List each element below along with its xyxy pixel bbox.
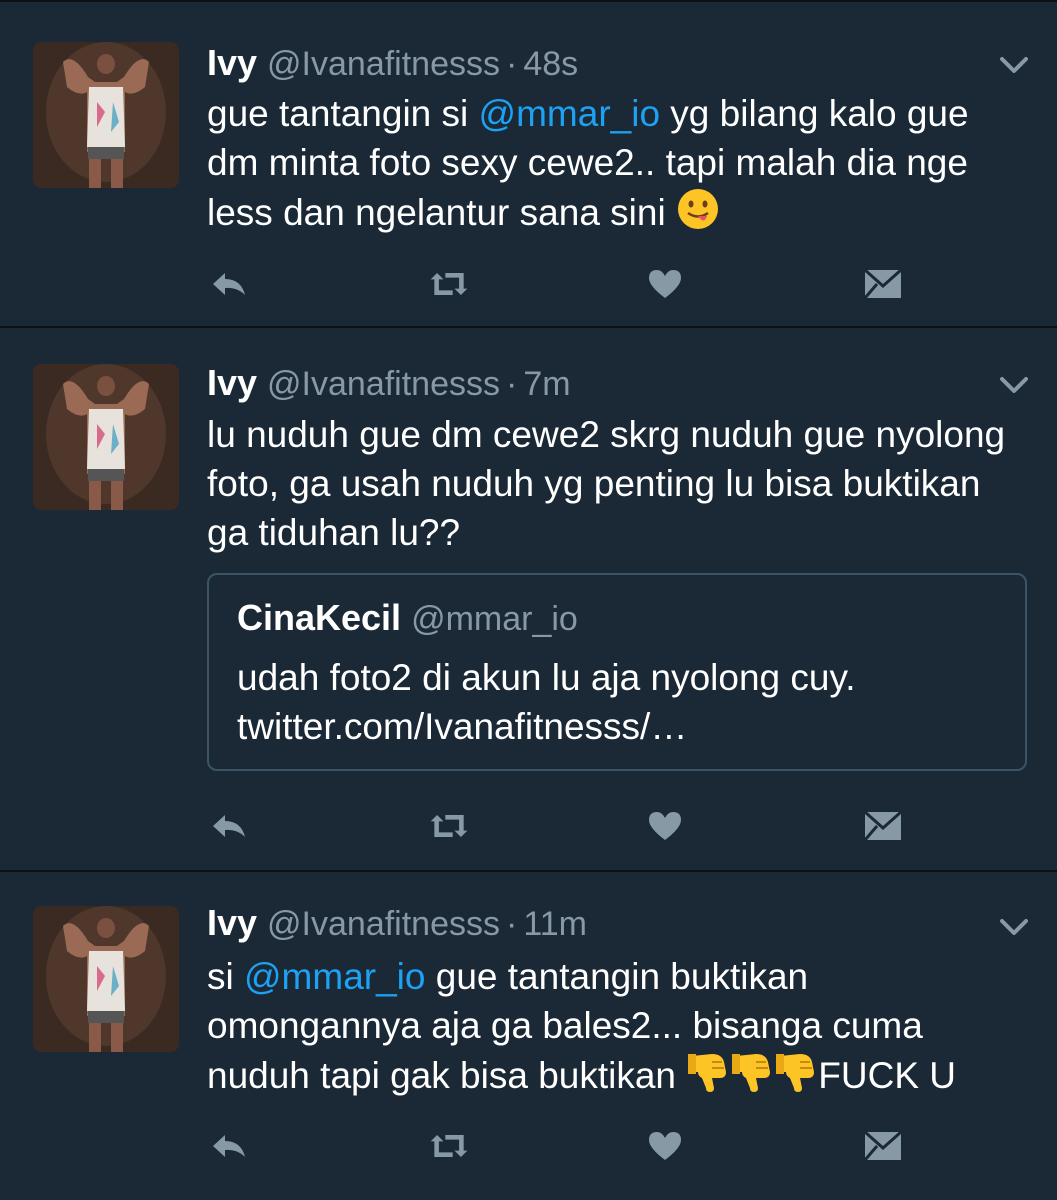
tweet-text: lu nuduh gue dm cewe2 skrg nuduh gue nyo…	[207, 414, 1006, 553]
quoted-text-line: udah foto2 di akun lu aja nyolong cuy.	[237, 657, 856, 698]
chevron-down-icon[interactable]	[999, 54, 1029, 76]
tweet-actions	[207, 806, 927, 846]
tweet-header: Ivy @Ivanafitnesss · 7m	[207, 362, 571, 410]
thumbs-down-emoji	[686, 1050, 730, 1106]
quoted-user-handle: @mmar_io	[411, 600, 578, 638]
display-name[interactable]: Ivy	[207, 902, 257, 943]
quoted-link[interactable]: twitter.com/Ivanafitnesss/…	[237, 702, 1007, 751]
user-handle[interactable]: @Ivanafitnesss	[267, 45, 500, 83]
tweet[interactable]: Ivy @Ivanafitnesss · 11m si @mmar_io gue ta…	[0, 872, 1057, 1200]
display-name[interactable]: Ivy	[207, 362, 257, 403]
tweet-header: Ivy @Ivanafitnesss · 48s	[207, 42, 578, 90]
quoted-display-name: CinaKecil	[237, 597, 402, 638]
avatar[interactable]	[33, 906, 179, 1052]
heart-icon[interactable]	[643, 806, 687, 846]
retweet-icon[interactable]	[427, 1126, 471, 1166]
reply-icon[interactable]	[207, 264, 251, 304]
heart-icon[interactable]	[643, 1126, 687, 1166]
tweet-header: Ivy @Ivanafitnesss · 11m	[207, 902, 587, 950]
tweet-text: gue tantangin si @mmar_io yg bilang kalo…	[207, 89, 1027, 243]
timestamp[interactable]: 48s	[523, 45, 578, 83]
avatar[interactable]	[33, 42, 179, 188]
retweet-icon[interactable]	[427, 264, 471, 304]
user-handle[interactable]: @Ivanafitnesss	[267, 905, 500, 943]
chevron-down-icon[interactable]	[999, 374, 1029, 396]
envelope-icon[interactable]	[861, 264, 905, 304]
quoted-tweet-text: udah foto2 di akun lu aja nyolong cuy. t…	[237, 653, 1007, 751]
heart-icon[interactable]	[643, 264, 687, 304]
quoted-tweet[interactable]: CinaKecil @mmar_io udah foto2 di akun lu …	[207, 573, 1027, 771]
quoted-tweet-header: CinaKecil @mmar_io	[237, 597, 578, 639]
thumbs-down-emoji	[774, 1050, 818, 1106]
avatar[interactable]	[33, 364, 179, 510]
timestamp[interactable]: 11m	[523, 905, 587, 943]
envelope-icon[interactable]	[861, 806, 905, 846]
separator: ·	[506, 365, 518, 403]
tweet[interactable]: Ivy @Ivanafitnesss · 48s gue tantangin si @…	[0, 0, 1057, 328]
chevron-down-icon[interactable]	[999, 916, 1029, 938]
envelope-icon[interactable]	[861, 1126, 905, 1166]
retweet-icon[interactable]	[427, 806, 471, 846]
reply-icon[interactable]	[207, 806, 251, 846]
tweet-actions	[207, 1126, 927, 1166]
display-name[interactable]: Ivy	[207, 42, 257, 83]
tweet-text-part: gue tantangin si	[207, 93, 479, 134]
reply-icon[interactable]	[207, 1126, 251, 1166]
user-handle[interactable]: @Ivanafitnesss	[267, 365, 500, 403]
timeline: Ivy @Ivanafitnesss · 48s gue tantangin si @…	[0, 0, 1057, 1200]
tweet[interactable]: Ivy @Ivanafitnesss · 7m lu nuduh gue dm cew…	[0, 328, 1057, 872]
timestamp[interactable]: 7m	[523, 365, 570, 403]
thumbs-down-emoji	[730, 1050, 774, 1106]
mention-link[interactable]: @mmar_io	[479, 93, 660, 134]
tweet-text-part: FUCK U	[818, 1055, 957, 1096]
yum-face-emoji	[676, 187, 720, 243]
tweet-text: si @mmar_io gue tantangin buktikan omong…	[207, 952, 1027, 1106]
tweet-actions	[207, 264, 927, 304]
separator: ·	[506, 905, 518, 943]
separator: ·	[506, 45, 518, 83]
tweet-text-part: si	[207, 956, 244, 997]
mention-link[interactable]: @mmar_io	[244, 956, 425, 997]
